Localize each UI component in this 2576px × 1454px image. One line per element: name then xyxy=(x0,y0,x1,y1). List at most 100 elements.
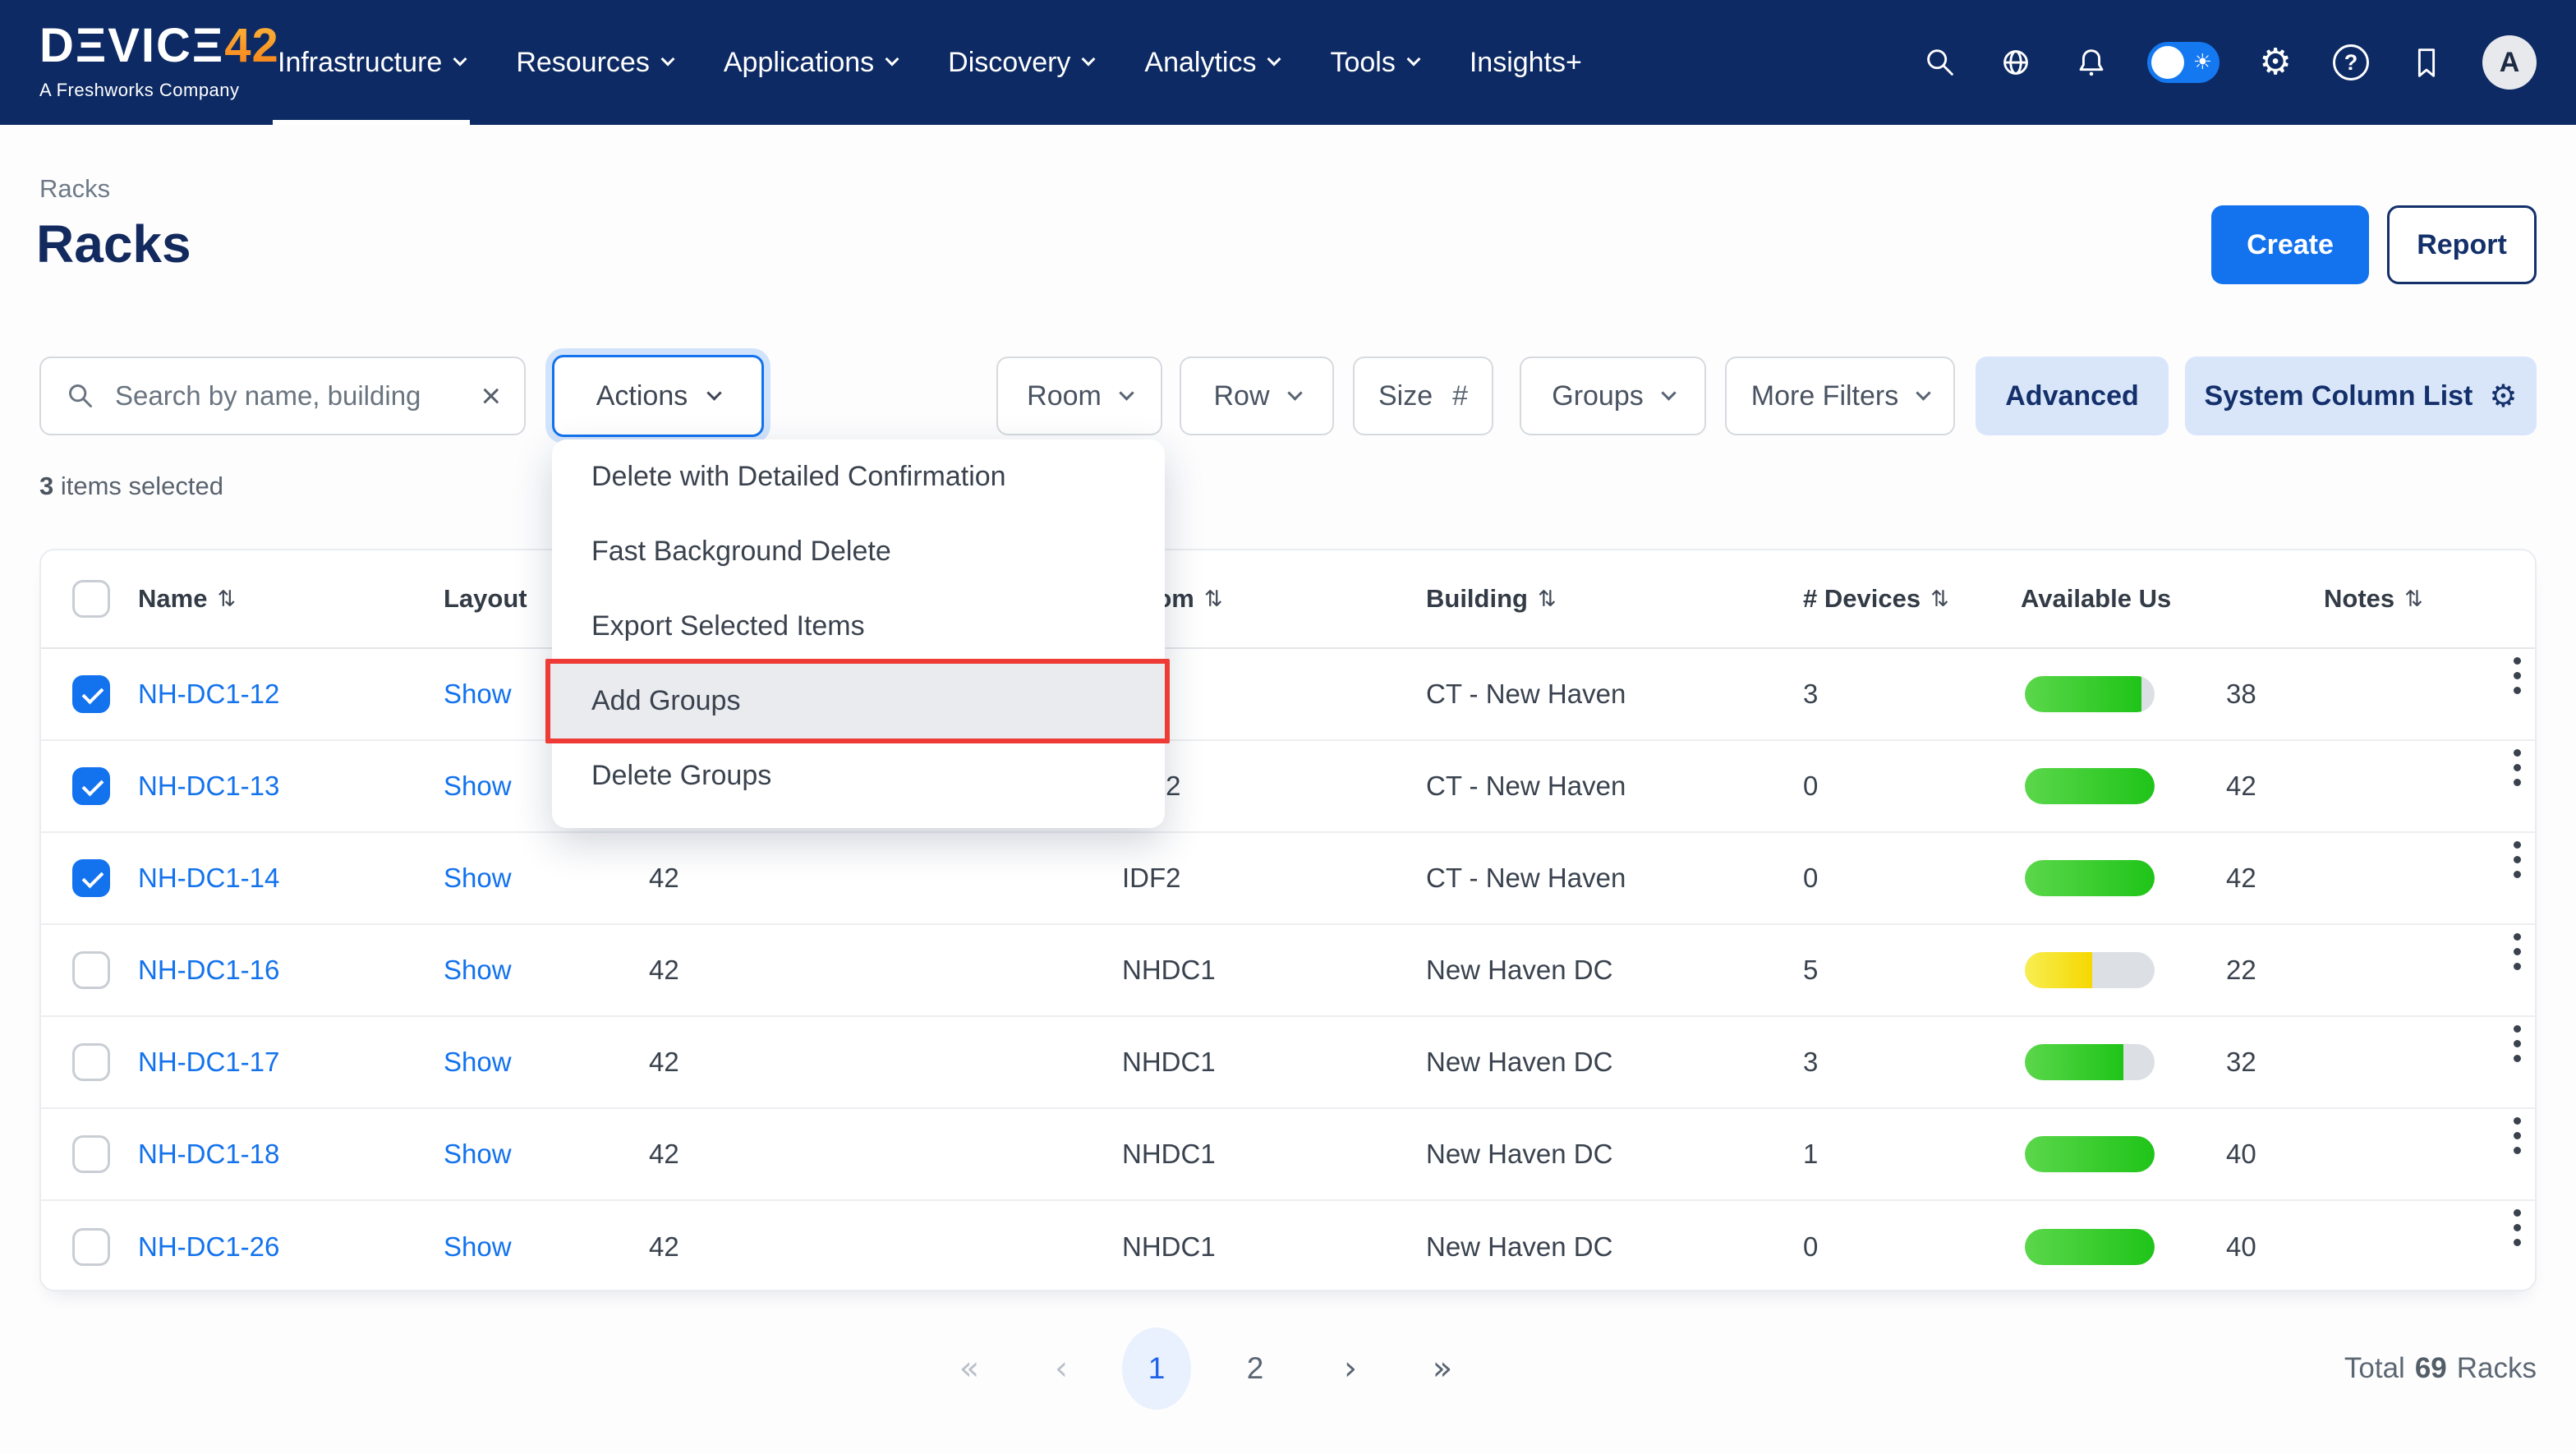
row-checkbox[interactable] xyxy=(72,675,110,713)
pagination-page-1[interactable]: 1 xyxy=(1122,1327,1191,1410)
available-us-value: 42 xyxy=(2226,833,2256,923)
devices-count: 0 xyxy=(1803,741,1818,831)
row-checkbox[interactable] xyxy=(72,951,110,989)
menu-item-export-selected-items[interactable]: Export Selected Items xyxy=(552,589,1165,664)
nav-item-insights[interactable]: Insights+ xyxy=(1470,0,1582,125)
theme-toggle[interactable]: ☀ xyxy=(2147,42,2220,83)
nav-item-tools[interactable]: Tools xyxy=(1330,0,1418,125)
header-notes[interactable]: Notes⇅ xyxy=(2324,550,2423,647)
layout-show-link[interactable]: Show xyxy=(444,1017,512,1107)
availability-bar-track xyxy=(2025,1136,2155,1172)
clear-search-icon[interactable]: × xyxy=(481,379,501,413)
row-actions-kebab-icon[interactable] xyxy=(2505,741,2529,831)
row-actions-kebab-icon[interactable] xyxy=(2505,1201,2529,1293)
menu-item-fast-background-delete[interactable]: Fast Background Delete xyxy=(552,514,1165,589)
row-actions-kebab-icon[interactable] xyxy=(2505,925,2529,1015)
rack-name-link[interactable]: NH-DC1-18 xyxy=(138,1109,279,1199)
chevron-down-icon xyxy=(1406,53,1420,67)
building-value: CT - New Haven xyxy=(1426,649,1626,739)
row-checkbox[interactable] xyxy=(72,859,110,897)
nav-label: Discovery xyxy=(948,47,1070,79)
available-us-value: 38 xyxy=(2226,649,2256,739)
search-input[interactable] xyxy=(115,380,472,412)
bookmark-icon[interactable] xyxy=(2407,43,2446,82)
row-checkbox[interactable] xyxy=(72,767,110,805)
menu-item-delete-with-detailed-confirmation[interactable]: Delete with Detailed Confirmation xyxy=(552,439,1165,514)
sort-icon[interactable]: ⇅ xyxy=(1930,587,1949,612)
rack-name-link[interactable]: NH-DC1-12 xyxy=(138,649,279,739)
nav-item-discovery[interactable]: Discovery xyxy=(948,0,1093,125)
header-name[interactable]: Name⇅ xyxy=(138,550,236,647)
pagination-first-button[interactable]: « xyxy=(938,1324,1000,1413)
nav-item-resources[interactable]: Resources xyxy=(516,0,673,125)
create-button[interactable]: Create xyxy=(2211,205,2369,284)
row-filter[interactable]: Row xyxy=(1180,357,1334,435)
advanced-button[interactable]: Advanced xyxy=(1976,357,2169,435)
rack-name-link[interactable]: NH-DC1-16 xyxy=(138,925,279,1015)
nav-item-infrastructure[interactable]: Infrastructure xyxy=(278,0,465,125)
layout-show-link[interactable]: Show xyxy=(444,925,512,1015)
layout-show-link[interactable]: Show xyxy=(444,833,512,923)
pagination-last-button[interactable]: » xyxy=(1411,1324,1474,1413)
size-filter[interactable]: Size# xyxy=(1353,357,1493,435)
devices-count: 3 xyxy=(1803,1017,1818,1107)
rack-name-link[interactable]: NH-DC1-26 xyxy=(138,1201,279,1293)
device42-logo[interactable]: DΞVICΞ42 A Freshworks Company xyxy=(39,18,279,101)
sort-icon[interactable]: ⇅ xyxy=(2404,587,2423,612)
select-all-checkbox[interactable] xyxy=(72,580,110,618)
sort-icon[interactable]: ⇅ xyxy=(1204,587,1223,612)
rack-name-link[interactable]: NH-DC1-14 xyxy=(138,833,279,923)
availability-bar-fill xyxy=(2025,1044,2123,1080)
menu-item-delete-groups[interactable]: Delete Groups xyxy=(552,739,1165,813)
nav-item-analytics[interactable]: Analytics xyxy=(1144,0,1279,125)
row-checkbox[interactable] xyxy=(72,1043,110,1081)
devices-count: 0 xyxy=(1803,833,1818,923)
menu-item-add-groups[interactable]: Add Groups xyxy=(552,664,1165,739)
user-avatar[interactable]: A xyxy=(2482,35,2537,90)
availability-bar-fill xyxy=(2025,1229,2155,1265)
size-value: 42 xyxy=(649,1017,679,1107)
notifications-bell-icon[interactable] xyxy=(2072,43,2111,82)
more-filters[interactable]: More Filters xyxy=(1725,357,1955,435)
row-actions-kebab-icon[interactable] xyxy=(2505,1109,2529,1199)
room-filter[interactable]: Room xyxy=(996,357,1162,435)
system-column-list-button[interactable]: System Column List ⚙ xyxy=(2185,357,2537,435)
pagination-prev-button[interactable]: ‹ xyxy=(1030,1324,1092,1413)
chevron-down-icon xyxy=(886,53,899,67)
settings-gear-icon[interactable]: ⚙ xyxy=(2256,43,2295,82)
pagination-next-button[interactable]: › xyxy=(1319,1324,1382,1413)
rack-name-link[interactable]: NH-DC1-17 xyxy=(138,1017,279,1107)
room-value: NHDC1 xyxy=(1122,925,1216,1015)
row-actions-kebab-icon[interactable] xyxy=(2505,833,2529,923)
layout-show-link[interactable]: Show xyxy=(444,649,512,739)
pagination-page-2[interactable]: 2 xyxy=(1221,1324,1290,1413)
groups-filter[interactable]: Groups xyxy=(1520,357,1706,435)
rack-name-link[interactable]: NH-DC1-13 xyxy=(138,741,279,831)
row-checkbox[interactable] xyxy=(72,1228,110,1266)
breadcrumb[interactable]: Racks xyxy=(39,174,110,204)
logo-brand-text: DΞVICΞ xyxy=(39,19,224,72)
page-title: Racks xyxy=(36,214,191,274)
availability-bar-fill xyxy=(2025,676,2141,712)
layout-show-link[interactable]: Show xyxy=(444,741,512,831)
available-us-value: 42 xyxy=(2226,741,2256,831)
building-value: CT - New Haven xyxy=(1426,833,1626,923)
building-value: New Haven DC xyxy=(1426,925,1612,1015)
layout-show-link[interactable]: Show xyxy=(444,1109,512,1199)
available-us-value: 32 xyxy=(2226,1017,2256,1107)
actions-dropdown-button[interactable]: Actions xyxy=(552,355,764,437)
report-button[interactable]: Report xyxy=(2387,205,2537,284)
row-actions-kebab-icon[interactable] xyxy=(2505,649,2529,739)
sort-icon[interactable]: ⇅ xyxy=(217,587,236,612)
help-icon[interactable]: ? xyxy=(2331,43,2371,82)
header-building[interactable]: Building⇅ xyxy=(1426,550,1557,647)
globe-icon[interactable] xyxy=(1996,43,2036,82)
layout-show-link[interactable]: Show xyxy=(444,1201,512,1293)
nav-item-applications[interactable]: Applications xyxy=(724,0,897,125)
header-devices[interactable]: # Devices⇅ xyxy=(1803,550,1949,647)
row-actions-kebab-icon[interactable] xyxy=(2505,1017,2529,1107)
row-checkbox[interactable] xyxy=(72,1135,110,1173)
search-icon[interactable] xyxy=(1920,43,1960,82)
availability-bar-track xyxy=(2025,952,2155,988)
sort-icon[interactable]: ⇅ xyxy=(1538,587,1557,612)
